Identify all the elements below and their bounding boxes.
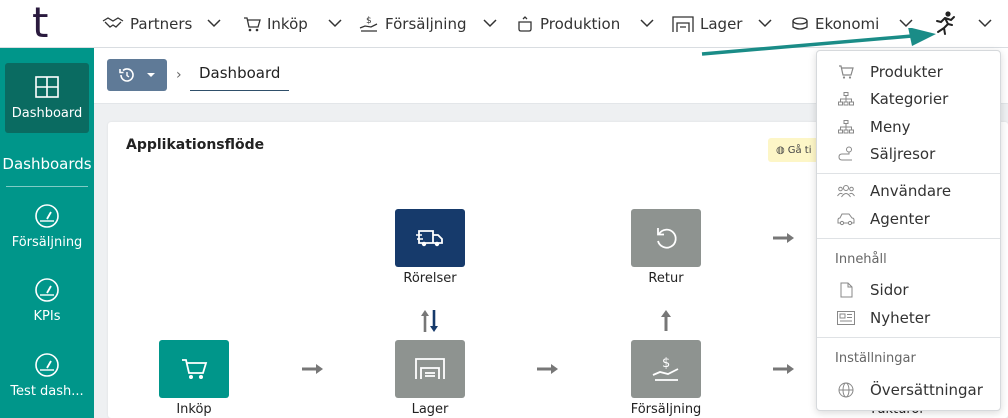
arrows-up-down-icon [421, 310, 438, 332]
sidebar-item-label: KPIs [33, 309, 61, 324]
sitemap-icon [838, 120, 854, 134]
sitemap-icon [838, 92, 854, 106]
breadcrumb-current[interactable]: Dashboard [190, 64, 290, 91]
hand-dollar-icon: $ [652, 356, 679, 381]
arrow-right-icon [773, 233, 794, 243]
menu-item-label: Sidor [870, 281, 909, 299]
menu-item-label: Produkter [870, 63, 943, 81]
history-icon [118, 68, 134, 82]
truck-icon [416, 230, 443, 247]
menu-item-kategorier[interactable]: Kategorier [817, 87, 1000, 111]
nav-partners[interactable]: Partners [102, 12, 192, 36]
grid-icon [35, 76, 59, 98]
sidebar: Dashboard Dashboards Försäljning KPIs Te… [0, 48, 94, 418]
node-label-retur: Retur [648, 271, 684, 286]
nav-partners-label: Partners [130, 15, 193, 33]
arrow-right-icon [773, 364, 794, 374]
divider [817, 238, 1000, 239]
gauge-icon [35, 204, 59, 228]
nav-forsaljning[interactable]: $ Försäljning [359, 12, 466, 36]
arrow-up-icon [661, 310, 671, 331]
cart-icon [839, 65, 854, 79]
node-inkop[interactable] [159, 340, 229, 398]
node-rorelser[interactable] [395, 209, 465, 267]
sidebar-item-test-dash[interactable]: Test dash... [0, 352, 94, 399]
arrow-right-icon [537, 364, 558, 374]
warehouse-icon [672, 16, 694, 32]
car-icon [837, 213, 855, 226]
warehouse-icon [415, 358, 445, 379]
menu-item-nyheter[interactable]: Nyheter [817, 306, 1000, 330]
svg-text:$: $ [662, 356, 670, 371]
cart-icon [244, 17, 261, 32]
caret-down-icon [146, 73, 155, 77]
card-title: Applikationsflöde [126, 137, 265, 153]
chevron-down-icon[interactable] [481, 14, 499, 32]
menu-item-produkter[interactable]: Produkter [817, 60, 1000, 84]
divider [817, 173, 1000, 174]
users-icon [837, 185, 855, 198]
menu-item-agenter[interactable]: Agenter [817, 207, 1000, 231]
goto-label: Gå ti [787, 144, 812, 156]
menu-item-meny[interactable]: Meny [817, 115, 1000, 139]
menu-item-oversattningar[interactable]: Översättningar [817, 378, 1000, 402]
route-icon [838, 146, 852, 161]
menu-item-label: Översättningar [870, 381, 983, 399]
menu-item-sidor[interactable]: Sidor [817, 278, 1000, 302]
menu-item-anvandare[interactable]: Användare [817, 179, 1000, 203]
node-forsaljning[interactable]: $ [631, 340, 701, 398]
undo-icon [657, 228, 677, 249]
divider [6, 186, 88, 187]
node-retur[interactable] [631, 209, 701, 267]
chevron-down-icon[interactable] [976, 14, 994, 32]
app-logo[interactable]: t [32, 2, 48, 44]
globe-icon: ◍ [776, 144, 785, 156]
chevron-down-icon[interactable] [638, 14, 656, 32]
node-label-inkop: Inköp [176, 402, 212, 417]
nav-inkop[interactable]: Inköp [243, 12, 308, 36]
node-label-lager: Lager [411, 402, 449, 417]
sidebar-item-label: Försäljning [11, 235, 83, 250]
divider [817, 337, 1000, 338]
history-button[interactable] [107, 59, 167, 91]
newspaper-icon [837, 311, 855, 325]
gauge-icon [35, 353, 59, 377]
globe-icon [838, 382, 854, 398]
menu-item-label: Agenter [870, 210, 930, 228]
gauge-icon [35, 278, 59, 302]
nav-forsaljning-label: Försäljning [385, 15, 467, 33]
chevron-right-icon: › [176, 67, 182, 83]
menu-item-label: Meny [870, 118, 911, 136]
user-dropdown-menu: Produkter Kategorier Meny Säljresor Anvä… [816, 50, 1001, 411]
menu-item-label: Kategorier [870, 90, 949, 108]
page-icon [840, 282, 852, 298]
sidebar-heading: Dashboards [2, 155, 92, 173]
chevron-down-icon[interactable] [205, 14, 223, 32]
sidebar-item-label: Dashboard [11, 106, 83, 121]
menu-item-saljresor[interactable]: Säljresor [817, 142, 1000, 166]
cart-icon [182, 359, 208, 379]
arrow-right-icon [302, 364, 323, 374]
node-label-forsaljning: Försäljning [630, 402, 702, 417]
chevron-down-icon[interactable] [326, 14, 344, 32]
menu-section-heading: Innehåll [835, 252, 887, 267]
sidebar-item-forsaljning[interactable]: Försäljning [0, 203, 94, 250]
menu-item-label: Säljresor [870, 145, 936, 163]
sidebar-item-label: Test dash... [10, 384, 84, 399]
menu-item-label: Nyheter [870, 309, 931, 327]
node-lager[interactable] [395, 340, 465, 398]
pot-icon [518, 16, 532, 32]
svg-text:$: $ [366, 16, 372, 26]
sidebar-item-dashboard[interactable]: Dashboard [5, 63, 89, 133]
nav-produktion-label: Produktion [540, 15, 621, 33]
node-label-rorelser: Rörelser [403, 271, 457, 286]
nav-produktion[interactable]: Produktion [516, 12, 620, 36]
nav-inkop-label: Inköp [267, 15, 308, 33]
sidebar-item-kpis[interactable]: KPIs [0, 277, 94, 324]
hand-dollar-icon: $ [359, 16, 378, 32]
menu-item-label: Användare [870, 182, 952, 200]
menu-section-heading: Inställningar [835, 351, 916, 366]
handshake-icon [102, 17, 124, 28]
